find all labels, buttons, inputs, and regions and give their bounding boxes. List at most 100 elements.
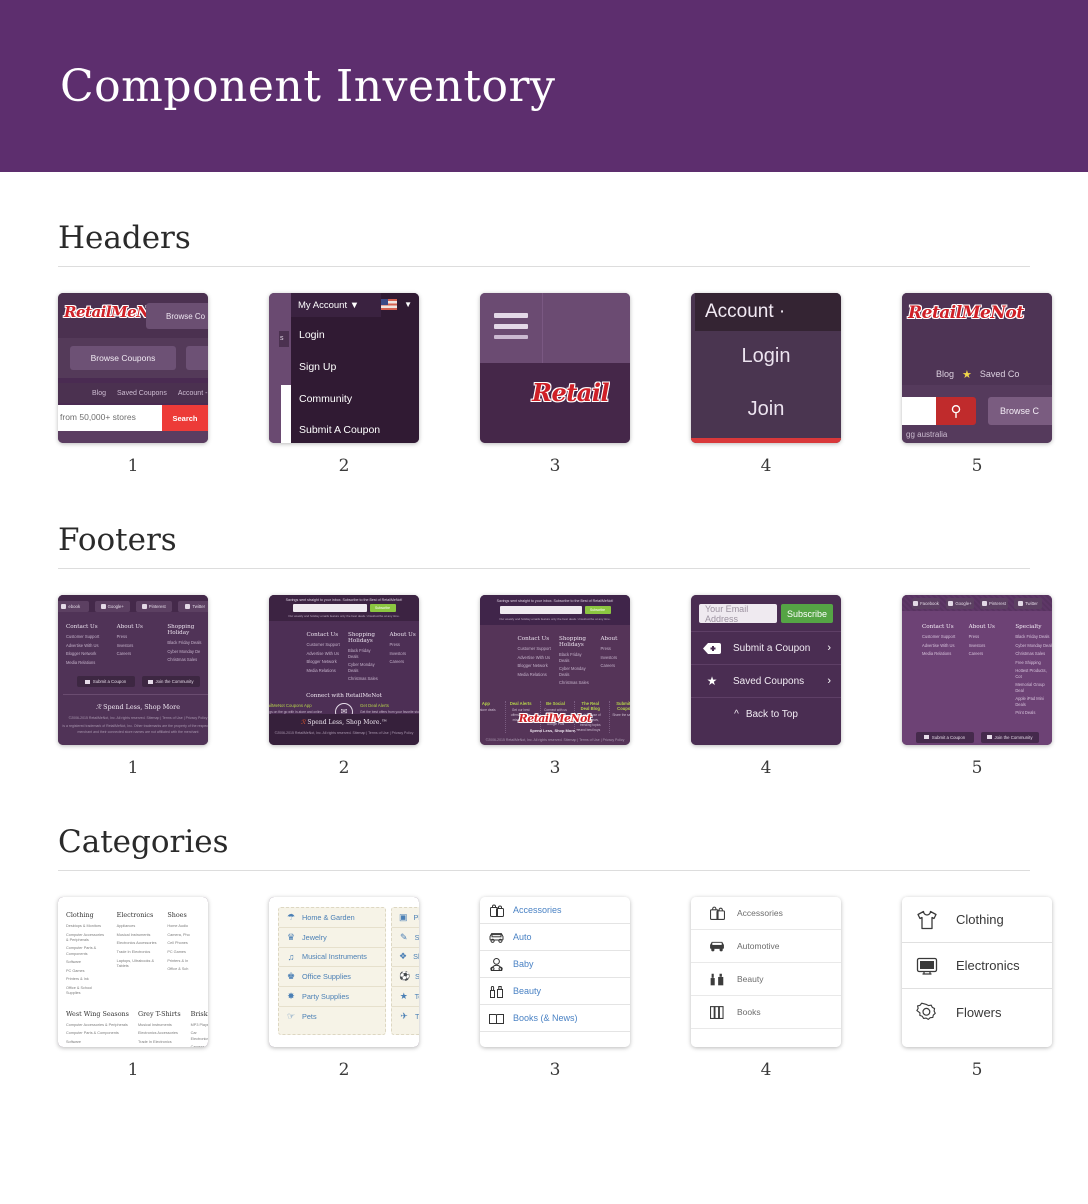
back-to-top-row[interactable]: ^ Back to Top (691, 697, 841, 730)
us-flag-icon[interactable] (381, 299, 397, 310)
footer-link[interactable]: Cyber Monday Deals (559, 666, 593, 677)
category-link[interactable]: Camera, Pho (191, 1045, 208, 1047)
category-link[interactable]: Musical Instruments (117, 933, 158, 938)
header-thumbnail-3[interactable]: Retail 3 (480, 293, 630, 476)
category-link[interactable]: Software (66, 960, 107, 965)
footer-link[interactable]: Investors (601, 655, 631, 661)
menu-item-join[interactable]: Join (691, 398, 841, 421)
category-item-pets[interactable]: ☞ Pets (279, 1007, 385, 1027)
category-link[interactable]: PC Games (66, 969, 107, 974)
header-thumbnail-5[interactable]: RetailMeNot Blog ★ Saved Co ⚲ Browse C g… (902, 293, 1052, 476)
footer-link[interactable]: Christmas Sales (348, 676, 382, 682)
category-thumbnail-3[interactable]: Accessories Auto Baby Beauty Books (& Ne… (480, 897, 630, 1080)
browse-coupons-button[interactable]: Browse C (988, 397, 1052, 425)
category-link[interactable]: Appliances (117, 924, 158, 929)
category-preview-4[interactable]: Accessories Automotive Beauty Books (691, 897, 841, 1047)
footer-link[interactable]: Careers (969, 651, 1008, 657)
category-link[interactable]: Electronics Accessories (138, 1031, 181, 1036)
category-link[interactable]: Computer Parts & Components (66, 1031, 128, 1036)
footer-preview-5[interactable]: Facebook Google+ Pinterest Twitter Conta… (902, 595, 1052, 745)
menu-item-community[interactable]: Community (299, 393, 352, 405)
footer-link[interactable]: Advertise With Us (307, 651, 341, 657)
category-item-baby[interactable]: Baby (480, 951, 630, 978)
category-thumbnail-5[interactable]: Clothing Electronics Flowers 5 (902, 897, 1052, 1080)
category-preview-1[interactable]: Clothing Desktops & Monitors Computer Ac… (58, 897, 208, 1047)
footer-link[interactable]: Investors (390, 651, 420, 657)
footer-link[interactable]: Careers (601, 663, 631, 669)
category-thumbnail-4[interactable]: Accessories Automotive Beauty Books 4 (691, 897, 841, 1080)
footer-link[interactable]: Christmas Sales (167, 657, 208, 663)
header-preview-4[interactable]: Account · Login Join (691, 293, 841, 443)
email-input[interactable] (499, 606, 582, 614)
footer-link[interactable]: Media Relations (518, 672, 552, 678)
category-item-accessories[interactable]: Accessories (480, 897, 630, 924)
social-button-facebook[interactable]: Facebook (912, 598, 940, 609)
footer-thumbnail-3[interactable]: Savings sent straight to your inbox. Sub… (480, 595, 630, 778)
social-button-pinterest[interactable]: Pinterest (136, 601, 172, 612)
header-preview-2[interactable]: s My Account ▼ ▼ Login Sign Up Community… (269, 293, 419, 443)
footer-link[interactable]: Careers (117, 651, 160, 657)
category-link[interactable]: Musical Instruments (138, 1023, 181, 1028)
category-item-auto[interactable]: Auto (480, 924, 630, 951)
footer-link[interactable]: Investors (969, 643, 1008, 649)
nav-item-blog[interactable]: Blog (92, 390, 106, 397)
footer-link[interactable]: Advertise With Us (922, 643, 961, 649)
footer-link[interactable]: Customer Support (307, 642, 341, 648)
social-button-pinterest[interactable]: Pinterest (980, 598, 1008, 609)
submit-a-coupon-row[interactable]: Submit a Coupon › (691, 631, 841, 664)
browse-coupons-button[interactable]: Browse Coupons (70, 346, 176, 370)
browse-coupons-button-partial[interactable]: Browse Co (146, 303, 208, 329)
category-thumbnail-1[interactable]: Clothing Desktops & Monitors Computer Ac… (58, 897, 208, 1080)
footer-link[interactable]: Memorial Group Deal (1015, 682, 1052, 693)
footer-link[interactable]: Customer Support (518, 646, 552, 652)
footer-link[interactable]: Apple iPad Mini Deals (1015, 696, 1052, 707)
footer-link[interactable]: Careers (390, 659, 420, 665)
category-item-office-supplies[interactable]: ♚ Office Supplies (279, 967, 385, 988)
nav-item-blog[interactable]: Blog (936, 369, 954, 379)
join-the-community-button[interactable]: Join the Community (141, 676, 200, 688)
my-account-button[interactable]: My Account ▼ (291, 293, 381, 317)
search-icon[interactable]: ⚲ (936, 397, 976, 425)
category-link[interactable]: Trade In Electronics (117, 950, 158, 955)
category-item-flowers[interactable]: Flowers (902, 989, 1052, 1035)
footer-thumbnail-2[interactable]: Savings sent straight to your inbox. Sub… (269, 595, 419, 778)
footer-link[interactable]: Christmas Sales (559, 680, 593, 686)
footer-link[interactable]: Customer Support (66, 634, 109, 640)
footer-link[interactable]: Media Relations (66, 660, 109, 666)
header-preview-3[interactable]: Retail (480, 293, 630, 443)
category-item-automotive[interactable]: Automotive (691, 930, 841, 963)
footer-link[interactable]: Black Friday Deals (348, 648, 382, 659)
category-link[interactable]: MP3 Players (191, 1023, 208, 1028)
subscribe-button[interactable]: Subscribe (781, 604, 833, 623)
footer-link[interactable]: Press (601, 646, 631, 652)
category-item-electronics[interactable]: Electronics (902, 943, 1052, 989)
email-input[interactable]: Your Email Address (699, 604, 777, 624)
footer-link[interactable]: Advertise With Us (518, 655, 552, 661)
secondary-button[interactable] (186, 346, 208, 370)
category-link[interactable]: Electronics Accessories (117, 941, 158, 946)
footer-link[interactable]: Black Friday Deals (559, 652, 593, 663)
category-item-beauty[interactable]: Beauty (480, 978, 630, 1005)
category-link[interactable]: Cell Phones (167, 941, 208, 946)
category-link[interactable]: Software (66, 1040, 128, 1045)
category-item-party-supplies[interactable]: ✸ Party Supplies (279, 987, 385, 1007)
hamburger-menu-icon[interactable] (494, 313, 528, 345)
footer-link[interactable]: Blogger Network (307, 659, 341, 665)
footer-link[interactable]: Blogger Network (66, 651, 109, 657)
search-input-placeholder[interactable]: from 50,000+ stores (60, 412, 136, 422)
search-input[interactable] (902, 397, 936, 425)
category-link[interactable]: PC Games (167, 950, 208, 955)
category-link[interactable]: Trade In Electronics (138, 1040, 181, 1045)
category-item-sports[interactable]: ⚽ Spo (392, 967, 419, 988)
category-item-clothing[interactable]: Clothing (902, 897, 1052, 943)
search-button[interactable]: Search (162, 405, 208, 431)
category-link[interactable]: Printers & Ink (66, 977, 107, 982)
footer-link[interactable]: Cyber Monday Deals (348, 662, 382, 673)
category-item-travel[interactable]: ✈ Tra (392, 1007, 419, 1027)
footer-link[interactable]: Press (969, 634, 1008, 640)
email-input[interactable] (292, 604, 367, 612)
footer-preview-2[interactable]: Savings sent straight to your inbox. Sub… (269, 595, 419, 745)
subscribe-button[interactable]: Subscribe (584, 606, 611, 614)
footer-link[interactable]: Advertise With Us (66, 643, 109, 649)
category-preview-5[interactable]: Clothing Electronics Flowers (902, 897, 1052, 1047)
